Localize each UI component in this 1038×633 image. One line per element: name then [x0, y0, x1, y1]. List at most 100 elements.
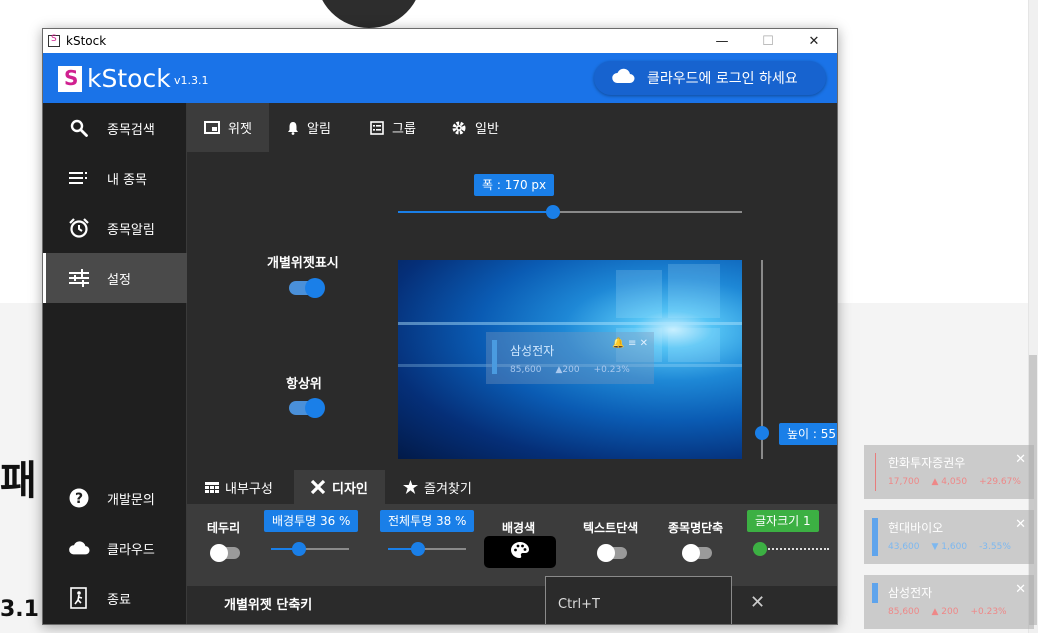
- desktop-widget[interactable]: 삼성전자 ✕ 85,600 ▲ 200 +0.23%: [864, 575, 1034, 629]
- svg-text:?: ?: [75, 491, 83, 507]
- width-tooltip: 폭 : 170 px: [474, 174, 555, 196]
- tab-alerts[interactable]: 알림: [287, 103, 331, 152]
- tab-label: 일반: [475, 122, 499, 137]
- widget-stock-name: 현대바이오: [888, 521, 944, 535]
- widget-values: 85,600 ▲ 200 +0.23%: [888, 607, 1007, 617]
- maximize-button[interactable]: ☐: [745, 29, 791, 53]
- candle-bar: [875, 453, 877, 491]
- close-button[interactable]: ✕: [791, 29, 837, 53]
- cloud-login-button[interactable]: 클라우드에 로그인 하세요: [594, 61, 826, 95]
- brand-logo-icon: S: [58, 66, 82, 92]
- search-icon: [68, 117, 90, 139]
- individual-widget-toggle[interactable]: [289, 278, 325, 298]
- widget-change: ▲ 200: [931, 607, 959, 617]
- app-version: v1.3.1: [174, 74, 209, 87]
- widget-stock-name: 한화투자증권우: [888, 456, 966, 470]
- settings-tabs: 위젯 알림 그룹 일반: [187, 103, 837, 152]
- shortcut-input[interactable]: [545, 576, 732, 624]
- sidebar-item-label: 내 종목: [107, 172, 148, 188]
- widget-stock-name: 삼성전자: [888, 586, 933, 600]
- widget-price: 85,600: [888, 607, 920, 617]
- sliders-icon: [68, 267, 90, 289]
- subtab-design[interactable]: 디자인: [294, 470, 385, 504]
- sidebar-item-search[interactable]: 종목검색: [43, 103, 187, 153]
- sidebar-item-label: 클라우드: [107, 542, 155, 558]
- help-icon: ?: [68, 487, 90, 509]
- preview-values: 85,600 ▲200 +0.23%: [510, 365, 630, 375]
- sidebar-item-label: 개발문의: [107, 492, 155, 508]
- tab-group[interactable]: 그룹: [370, 103, 416, 152]
- cloud-icon: [611, 68, 635, 88]
- text-mono-toggle[interactable]: [597, 544, 627, 562]
- border-label: 테두리: [207, 521, 241, 535]
- brand-name: kStock: [87, 64, 171, 93]
- app-header: S kStock v1.3.1 클라우드에 로그인 하세요: [43, 53, 837, 103]
- clear-shortcut-icon[interactable]: ✕: [750, 592, 765, 613]
- always-on-top-label: 항상위: [286, 377, 322, 392]
- height-slider-thumb[interactable]: [755, 426, 769, 440]
- widget-price: 43,600: [888, 542, 920, 552]
- minimize-button[interactable]: —: [699, 29, 745, 53]
- tab-label: 그룹: [392, 122, 416, 137]
- cloud-login-label: 클라우드에 로그인 하세요: [647, 71, 798, 87]
- bg-opacity-thumb[interactable]: [292, 542, 306, 556]
- close-icon[interactable]: ✕: [1015, 452, 1026, 467]
- subtab-favorites[interactable]: 즐겨찾기: [403, 470, 472, 504]
- widget-rate: +0.23%: [970, 607, 1007, 617]
- widget-controls-icon: 🔔 ≡ ✕: [612, 338, 648, 349]
- sidebar-item-settings[interactable]: 설정: [43, 253, 187, 303]
- sidebar-item-label: 설정: [107, 272, 131, 288]
- window-title: kStock: [66, 34, 107, 48]
- widget-change: ▼ 1,600: [931, 542, 968, 552]
- border-toggle[interactable]: [210, 544, 240, 562]
- font-size-thumb[interactable]: [753, 542, 767, 556]
- palette-icon: [510, 541, 530, 563]
- bg-color-button[interactable]: [484, 536, 556, 568]
- window-titlebar[interactable]: kStock — ☐ ✕: [43, 29, 837, 53]
- sidebar-item-label: 종목검색: [107, 122, 155, 138]
- grid-icon: [205, 481, 219, 493]
- design-options: 테두리 배경투명 36 % 전체투명 38 % 배경색 텍스트단색 종목명단축 …: [187, 504, 837, 586]
- sidebar-item-exit[interactable]: 종료: [43, 573, 187, 623]
- height-tooltip: 높이 : 55 px: [779, 423, 837, 445]
- sidebar-item-cloud[interactable]: 클라우드: [43, 523, 187, 573]
- widget-rate: -3.55%: [979, 542, 1011, 552]
- alarm-clock-icon: [68, 217, 90, 239]
- desktop-widget[interactable]: 현대바이오 ✕ 43,600 ▼ 1,600 -3.55%: [864, 510, 1034, 564]
- name-short-toggle[interactable]: [682, 544, 712, 562]
- sidebar-item-my-stocks[interactable]: 내 종목: [43, 153, 187, 203]
- sidebar-item-label: 종료: [107, 592, 131, 608]
- sidebar: 종목검색 내 종목 종목알림 설정 ? 개발문의 클라우드 종료: [43, 103, 187, 624]
- design-tools-icon: [310, 479, 326, 495]
- sidebar-item-dev-inquiry[interactable]: ? 개발문의: [43, 473, 187, 523]
- cloud-icon: [68, 537, 90, 559]
- total-opacity-thumb[interactable]: [411, 542, 425, 556]
- candle-bar: [492, 340, 497, 374]
- preview-stock-widget[interactable]: 삼성전자 🔔 ≡ ✕ 85,600 ▲200 +0.23%: [486, 332, 654, 384]
- design-subtabs: 내부구성 디자인 즐겨찾기: [187, 470, 837, 504]
- close-icon[interactable]: ✕: [1015, 517, 1026, 532]
- desktop-widget[interactable]: 한화투자증권우 ✕ 17,700 ▲ 4,050 +29.67%: [864, 445, 1034, 499]
- close-icon[interactable]: ✕: [1015, 582, 1026, 597]
- widget-preview: 삼성전자 🔔 ≡ ✕ 85,600 ▲200 +0.23%: [398, 260, 742, 459]
- gear-icon: [451, 120, 467, 136]
- kstock-window: kStock — ☐ ✕ S kStock v1.3.1 클라우드에 로그인 하…: [42, 28, 838, 625]
- always-on-top-toggle[interactable]: [289, 398, 325, 418]
- tab-widget[interactable]: 위젯: [187, 103, 269, 152]
- tab-general[interactable]: 일반: [451, 103, 499, 152]
- preview-price: 85,600: [510, 365, 542, 375]
- sidebar-item-alarm[interactable]: 종목알림: [43, 203, 187, 253]
- candle-bar: [872, 583, 878, 603]
- widget-values: 17,700 ▲ 4,050 +29.67%: [888, 477, 1021, 487]
- font-size-tooltip: 글자크기 1: [747, 510, 819, 532]
- bg-opacity-tooltip: 배경투명 36 %: [264, 510, 359, 532]
- width-slider-thumb[interactable]: [546, 205, 560, 219]
- settings-panel: 위젯 알림 그룹 일반 폭 : 170 px 개별위젯표시 항상위 삼성전자 🔔…: [187, 103, 837, 624]
- subtab-internal[interactable]: 내부구성: [205, 470, 273, 504]
- widget-values: 43,600 ▼ 1,600 -3.55%: [888, 542, 1011, 552]
- subtab-label: 디자인: [332, 481, 368, 497]
- subtab-label: 즐겨찾기: [424, 481, 472, 497]
- background-version: 3.1: [0, 597, 39, 622]
- preview-stock-name: 삼성전자: [510, 344, 555, 358]
- star-icon: [403, 480, 418, 494]
